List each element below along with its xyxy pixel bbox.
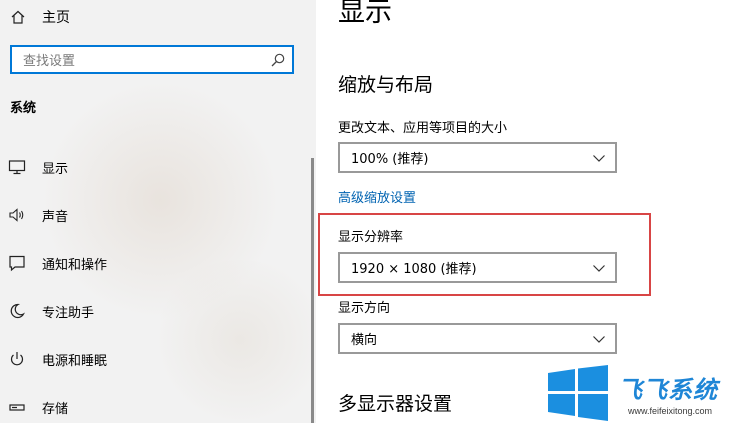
chevron-down-icon (591, 150, 607, 166)
background-blur (150, 260, 316, 420)
dropdown-value: 100% (推荐) (351, 152, 429, 167)
chevron-down-icon (591, 331, 607, 347)
storage-icon (8, 398, 26, 416)
sidebar-item-display[interactable]: 显示 (8, 155, 68, 179)
sidebar-scrollbar[interactable] (311, 158, 314, 423)
sidebar-item-label: 通知和操作 (42, 257, 108, 273)
watermark: 飞飞系统 www.feifeixitong.com (546, 364, 742, 422)
search-placeholder: 查找设置 (23, 54, 76, 69)
power-icon (8, 350, 26, 368)
watermark-brand: 飞飞系统 (618, 376, 718, 404)
monitor-icon (8, 158, 26, 176)
notification-icon (8, 254, 26, 272)
settings-sidebar: 主页 查找设置 系统 显示 声音 通知和操作 专注助手 电源和睡眠 存储 (0, 0, 316, 423)
text-size-label: 更改文本、应用等项目的大小 (338, 121, 508, 136)
orientation-dropdown[interactable]: 横向 (338, 323, 617, 354)
home-nav-item[interactable]: 主页 (10, 5, 70, 29)
advanced-scaling-link[interactable]: 高级缩放设置 (338, 187, 416, 206)
text-size-dropdown[interactable]: 100% (推荐) (338, 142, 617, 173)
sidebar-item-notifications[interactable]: 通知和操作 (8, 251, 107, 275)
watermark-url: www.feifeixitong.com (628, 406, 713, 416)
search-icon[interactable] (270, 52, 286, 68)
scale-layout-heading: 缩放与布局 (338, 74, 434, 96)
sidebar-item-focus-assist[interactable]: 专注助手 (8, 299, 94, 323)
highlight-box (318, 213, 651, 296)
sidebar-item-sound[interactable]: 声音 (8, 203, 68, 227)
moon-icon (8, 302, 26, 320)
sidebar-item-label: 声音 (42, 209, 69, 225)
orientation-label: 显示方向 (338, 301, 391, 316)
multi-display-heading: 多显示器设置 (338, 393, 453, 415)
page-title: 显示 (338, 0, 392, 28)
speaker-icon (8, 206, 26, 224)
dropdown-value: 横向 (351, 333, 378, 348)
windows-logo-icon (548, 365, 608, 421)
home-icon (10, 9, 26, 25)
search-input[interactable]: 查找设置 (10, 45, 294, 74)
sidebar-item-label: 专注助手 (42, 305, 95, 321)
sidebar-item-power-sleep[interactable]: 电源和睡眠 (8, 347, 107, 371)
sidebar-item-label: 电源和睡眠 (42, 353, 108, 369)
sidebar-item-storage[interactable]: 存储 (8, 395, 68, 419)
sidebar-item-label: 存储 (42, 401, 69, 417)
sidebar-item-label: 显示 (42, 161, 69, 177)
display-settings-panel: 显示 缩放与布局 更改文本、应用等项目的大小 100% (推荐) 高级缩放设置 … (316, 0, 745, 423)
home-label: 主页 (42, 10, 70, 26)
section-title: 系统 (10, 101, 37, 116)
